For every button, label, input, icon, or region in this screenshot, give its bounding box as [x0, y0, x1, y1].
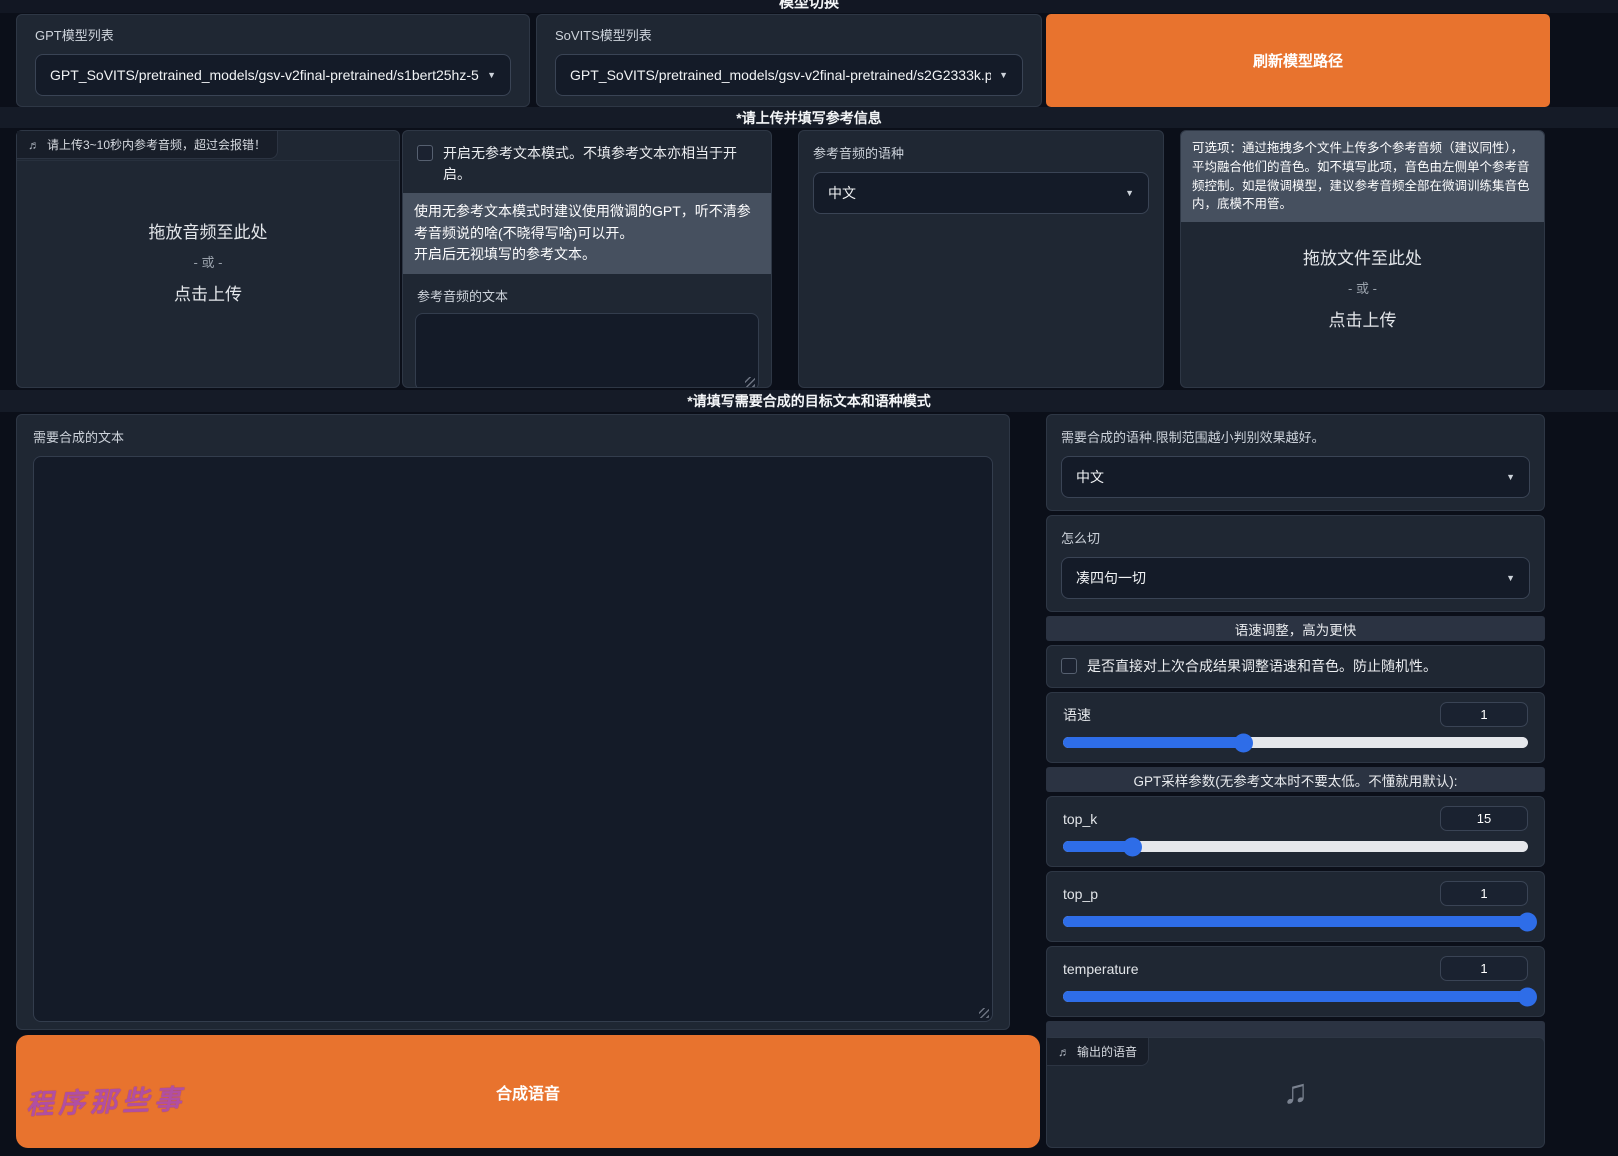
multi-ref-info: 可选项：通过拖拽多个文件上传多个参考音频（建议同性），平均融合他们的音色。如不填… [1181, 131, 1544, 222]
speed-slider-block: 语速 1 [1046, 692, 1545, 763]
chevron-down-icon: ▼ [1506, 472, 1515, 482]
top-k-value-box[interactable]: 15 [1440, 806, 1528, 831]
ref-text-label: 参考音频的文本 [403, 274, 771, 313]
cut-method-label: 怎么切 [1061, 528, 1530, 547]
refresh-model-path-button[interactable]: 刷新模型路径 [1046, 14, 1550, 107]
output-audio-panel: ♬ 输出的语音 ♫ [1046, 1037, 1545, 1148]
audio-click-upload[interactable]: 点击上传 [174, 280, 242, 305]
target-text-label: 需要合成的文本 [33, 427, 993, 446]
slider-handle[interactable] [1123, 837, 1142, 856]
resize-handle[interactable] [979, 1008, 989, 1018]
reference-text-panel: 开启无参考文本模式。不填参考文本亦相当于开启。 使用无参考文本模式时建议使用微调… [402, 130, 772, 388]
output-audio-label-chip: ♬ 输出的语音 [1047, 1038, 1149, 1066]
no-ref-text-checkbox[interactable] [417, 145, 433, 161]
chevron-down-icon: ▼ [1125, 188, 1134, 198]
target-text-panel: 需要合成的文本 [16, 414, 1010, 1030]
top-p-slider[interactable] [1063, 916, 1528, 927]
ref-language-panel: 参考音频的语种 中文 ▼ [798, 130, 1164, 388]
slider-handle[interactable] [1234, 733, 1253, 752]
slider-handle[interactable] [1518, 987, 1537, 1006]
audio-drop-or: - 或 - [194, 252, 223, 271]
top-k-slider-block: top_k 15 [1046, 796, 1545, 867]
speed-adjust-panel: 是否直接对上次合成结果调整语速和音色。防止随机性。 [1046, 645, 1545, 688]
file-drop-or: - 或 - [1348, 278, 1377, 297]
gpt-model-dropdown[interactable]: GPT_SoVITS/pretrained_models/gsv-v2final… [35, 54, 511, 96]
sovits-model-label: SoVITS模型列表 [555, 25, 1023, 44]
synthesis-section-header: *请填写需要合成的目标文本和语种模式 [0, 390, 1618, 412]
chevron-down-icon: ▼ [487, 70, 496, 80]
music-note-icon: ♫ [1283, 1073, 1309, 1112]
target-language-label: 需要合成的语种.限制范围越小判别效果越好。 [1061, 427, 1530, 446]
gpt-model-panel: GPT模型列表 GPT_SoVITS/pretrained_models/gsv… [16, 14, 530, 107]
ref-text-textarea[interactable] [415, 313, 759, 388]
chevron-down-icon: ▼ [1506, 573, 1515, 583]
gpt-model-label: GPT模型列表 [35, 25, 511, 44]
speed-label: 语速 [1063, 705, 1091, 725]
top-p-value-box[interactable]: 1 [1440, 881, 1528, 906]
temperature-slider[interactable] [1063, 991, 1528, 1002]
top-k-label: top_k [1063, 811, 1097, 827]
ref-language-value: 中文 [828, 183, 1117, 203]
no-ref-text-info: 使用无参考文本模式时建议使用微调的GPT，听不清参考音频说的啥(不晓得写啥)可以… [403, 193, 771, 274]
target-text-textarea[interactable] [33, 456, 993, 1022]
target-language-value: 中文 [1076, 467, 1498, 487]
temperature-value-box[interactable]: 1 [1440, 956, 1528, 981]
output-audio-label: 输出的语音 [1077, 1043, 1137, 1060]
top-p-label: top_p [1063, 886, 1098, 902]
ref-language-dropdown[interactable]: 中文 ▼ [813, 172, 1149, 214]
sovits-model-dropdown[interactable]: GPT_SoVITS/pretrained_models/gsv-v2final… [555, 54, 1023, 96]
target-language-panel: 需要合成的语种.限制范围越小判别效果越好。 中文 ▼ [1046, 414, 1545, 511]
top-p-slider-block: top_p 1 [1046, 871, 1545, 942]
page-title: 模型切换 [0, 0, 1618, 12]
cut-method-value: 凑四句一切 [1076, 568, 1498, 588]
audio-drop-text: 拖放音频至此处 [149, 218, 268, 243]
reference-audio-label-chip: ♬ 请上传3~10秒内参考音频，超过会报错！ [17, 131, 278, 159]
ref-language-label: 参考音频的语种 [813, 143, 1149, 162]
slider-handle[interactable] [1518, 912, 1537, 931]
temperature-slider-block: temperature 1 [1046, 946, 1545, 1017]
gpt-params-header: GPT采样参数(无参考文本时不要太低。不懂就用默认): [1046, 767, 1545, 792]
music-note-icon: ♬ [1058, 1045, 1070, 1059]
adjust-last-result-label[interactable]: 是否直接对上次合成结果调整语速和音色。防止随机性。 [1087, 656, 1437, 677]
reference-audio-label: 请上传3~10秒内参考音频，超过会报错！ [47, 136, 266, 153]
file-click-upload[interactable]: 点击上传 [1329, 306, 1397, 331]
target-language-dropdown[interactable]: 中文 ▼ [1061, 456, 1530, 498]
multi-ref-upload-panel[interactable]: 可选项：通过拖拽多个文件上传多个参考音频（建议同性），平均融合他们的音色。如不填… [1180, 130, 1545, 388]
cut-method-panel: 怎么切 凑四句一切 ▼ [1046, 515, 1545, 612]
reference-audio-upload[interactable]: ♬ 请上传3~10秒内参考音频，超过会报错！ 拖放音频至此处 - 或 - 点击上… [16, 130, 400, 388]
top-k-slider[interactable] [1063, 841, 1528, 852]
model-switch-header: 模型切换 [0, 0, 1618, 13]
adjust-last-result-checkbox[interactable] [1061, 658, 1077, 674]
file-drop-text: 拖放文件至此处 [1303, 244, 1422, 269]
cut-method-dropdown[interactable]: 凑四句一切 ▼ [1061, 557, 1530, 599]
speed-slider[interactable] [1063, 737, 1528, 748]
temperature-label: temperature [1063, 961, 1138, 977]
resize-handle[interactable] [745, 377, 755, 387]
music-note-icon: ♬ [28, 138, 40, 152]
speed-value-box[interactable]: 1 [1440, 702, 1528, 727]
sovits-model-panel: SoVITS模型列表 GPT_SoVITS/pretrained_models/… [536, 14, 1042, 107]
chevron-down-icon: ▼ [999, 70, 1008, 80]
watermark: 程序那些事 [25, 1077, 186, 1122]
sovits-model-value: GPT_SoVITS/pretrained_models/gsv-v2final… [570, 67, 991, 83]
speed-section-header: 语速调整，高为更快 [1046, 616, 1545, 641]
reference-section-header: *请上传并填写参考信息 [0, 107, 1618, 128]
no-ref-text-checkbox-label[interactable]: 开启无参考文本模式。不填参考文本亦相当于开启。 [443, 143, 757, 185]
gpt-model-value: GPT_SoVITS/pretrained_models/gsv-v2final… [50, 67, 479, 83]
